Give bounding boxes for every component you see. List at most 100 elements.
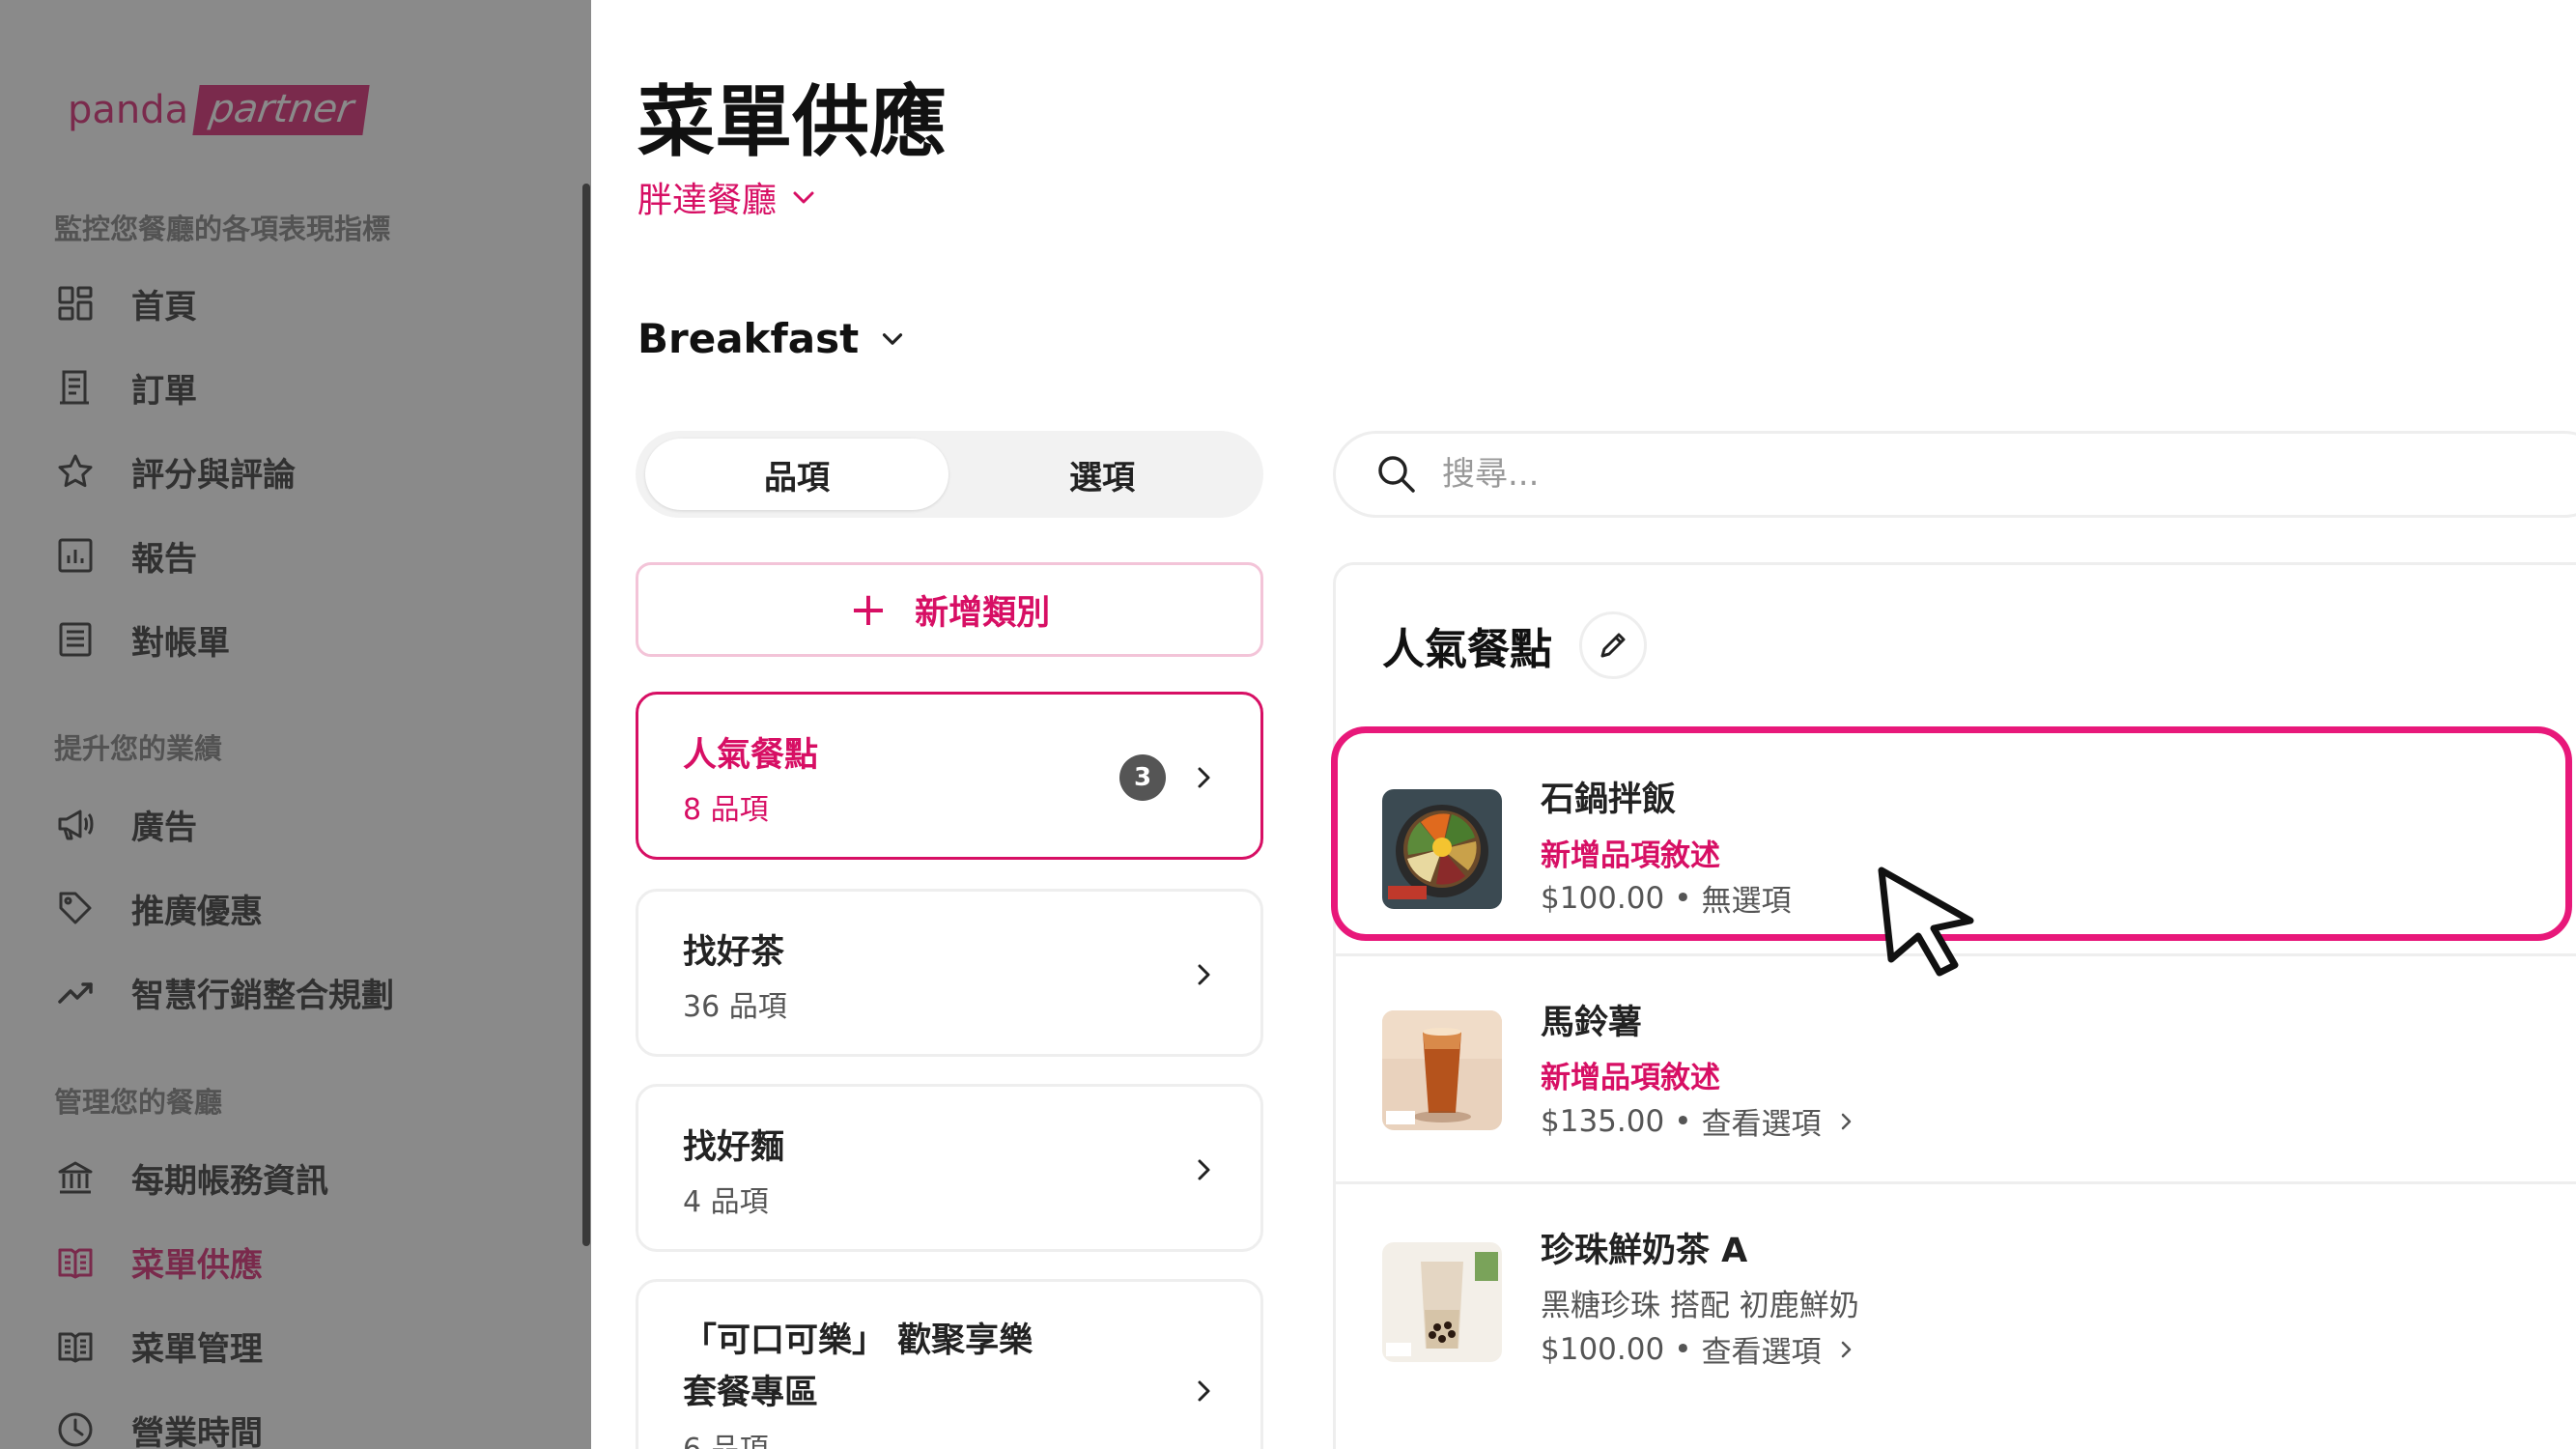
plus-icon: + <box>848 582 889 637</box>
item-options: 無選項 <box>1701 884 1792 919</box>
item-image-bibimbap <box>1382 789 1502 909</box>
sidebar-item-ads[interactable]: 廣告 <box>54 795 197 853</box>
logo-text-panda: panda <box>68 88 189 132</box>
statement-icon <box>54 618 97 661</box>
add-category-label: 新增類別 <box>915 593 1051 633</box>
item-name: 馬鈴薯 <box>1541 1004 1643 1042</box>
add-description-link[interactable]: 新增品項敘述 <box>1541 1053 1720 1096</box>
sidebar: panda partner 監控您餐廳的各項表現指標 首頁 訂單 評分與評論 報… <box>0 0 591 1449</box>
sidebar-item-label: 廣告 <box>131 808 197 847</box>
view-options-link[interactable]: 查看選項 <box>1702 1327 1858 1371</box>
sidebar-item-billing[interactable]: 每期帳務資訊 <box>54 1149 328 1207</box>
category-badge: 3 <box>1119 754 1166 801</box>
item-price-options: $100.00 • 查看選項 <box>1541 1327 1858 1371</box>
trend-icon <box>54 971 97 1013</box>
sidebar-item-label: 評分與評論 <box>131 455 296 495</box>
sidebar-item-ratings[interactable]: 評分與評論 <box>54 442 296 500</box>
sidebar-scrollbar[interactable] <box>582 184 590 1246</box>
clock-icon <box>54 1408 97 1449</box>
report-icon <box>54 534 97 577</box>
category-title: 人氣餐點 <box>1382 625 1552 674</box>
sidebar-item-home[interactable]: 首頁 <box>54 274 197 332</box>
sidebar-item-reports[interactable]: 報告 <box>54 526 197 584</box>
menu-item-row[interactable]: 珍珠鮮奶茶 A 黑糖珍珠 搭配 初鹿鮮奶 $100.00 • 查看選項 <box>1336 1181 2576 1423</box>
category-card-popular[interactable]: 人氣餐點 8 品項 3 <box>636 692 1263 860</box>
sidebar-item-promotions[interactable]: 推廣優惠 <box>54 879 263 937</box>
sidebar-item-label: 營業時間 <box>131 1413 263 1449</box>
sidebar-item-label: 推廣優惠 <box>131 892 263 931</box>
menu-name: Breakfast <box>637 315 860 362</box>
section-title-monitor: 監控您餐廳的各項表現指標 <box>54 213 391 245</box>
chevron-right-icon <box>1198 767 1210 788</box>
sidebar-item-label: 智慧行銷整合規劃 <box>131 976 394 1015</box>
bank-icon <box>54 1156 97 1199</box>
chevron-down-icon <box>793 191 814 204</box>
tag-icon <box>54 887 97 929</box>
menu-item-row[interactable]: 馬鈴薯 新增品項敘述 $135.00 • 查看選項 <box>1336 953 2576 1181</box>
section-title-manage: 管理您的餐廳 <box>54 1086 223 1119</box>
separator-dot: • <box>1674 880 1692 916</box>
category-card[interactable]: 找好茶 36 品項 <box>636 889 1263 1057</box>
section-title-grow: 提升您的業績 <box>54 732 223 765</box>
category-item-count: 8 品項 <box>683 793 769 827</box>
category-card[interactable]: 「可口可樂」 歡聚享樂 套餐專區 6 品項 <box>636 1279 1263 1449</box>
sidebar-item-opening-hours[interactable]: 營業時間 <box>54 1401 263 1449</box>
item-price: $100.00 <box>1541 880 1665 916</box>
sidebar-item-label: 每期帳務資訊 <box>131 1161 328 1201</box>
category-name: 找好麵 <box>683 1128 785 1167</box>
item-name: 珍珠鮮奶茶 A <box>1541 1232 1748 1270</box>
sidebar-item-smart-marketing[interactable]: 智慧行銷整合規劃 <box>54 963 394 1021</box>
tab-options[interactable]: 選項 <box>950 439 1254 510</box>
category-item-count: 36 品項 <box>683 990 787 1024</box>
search-bar <box>1333 431 2576 518</box>
sidebar-item-orders[interactable]: 訂單 <box>54 358 197 416</box>
menu-selector[interactable]: Breakfast <box>637 315 909 362</box>
item-price: $100.00 <box>1541 1331 1665 1367</box>
view-options-label: 查看選項 <box>1701 1107 1822 1142</box>
category-name-line2: 套餐專區 <box>683 1374 819 1412</box>
sidebar-item-label: 訂單 <box>131 371 197 411</box>
menu-book-icon <box>54 1240 97 1283</box>
logo-text-partner: partner <box>192 85 371 135</box>
chevron-right-icon <box>1841 1341 1851 1357</box>
restaurant-selector[interactable]: 胖達餐廳 <box>637 172 819 222</box>
item-name: 石鍋拌飯 <box>1541 781 1677 819</box>
item-image-bubble-milk-tea <box>1382 1242 1502 1362</box>
item-image-iced-tea <box>1382 1010 1502 1130</box>
view-options-link[interactable]: 查看選項 <box>1702 1099 1858 1143</box>
add-description-link[interactable]: 新增品項敘述 <box>1541 831 1720 874</box>
edit-category-button[interactable] <box>1579 611 1647 679</box>
item-price-options: $135.00 • 查看選項 <box>1541 1099 1858 1143</box>
sidebar-item-label: 報告 <box>131 539 197 579</box>
sidebar-item-menu-management[interactable]: 菜單管理 <box>54 1317 263 1375</box>
item-description: 黑糖珍珠 搭配 初鹿鮮奶 <box>1541 1289 1859 1323</box>
category-name-line1: 「可口可樂」 歡聚享樂 <box>683 1321 1033 1360</box>
orders-icon <box>54 366 97 409</box>
sidebar-item-menu-availability[interactable]: 菜單供應 <box>54 1233 263 1291</box>
menu-book-icon <box>54 1324 97 1367</box>
menu-item-row[interactable]: 石鍋拌飯 新增品項敘述 $100.00 • 無選項 <box>1336 731 2576 953</box>
search-input[interactable] <box>1442 455 2311 494</box>
sidebar-item-label: 菜單供應 <box>131 1245 263 1285</box>
chevron-right-icon <box>1198 964 1210 985</box>
category-name: 找好茶 <box>683 933 785 972</box>
sidebar-item-statements[interactable]: 對帳單 <box>54 611 230 668</box>
category-items-panel: 人氣餐點 石鍋拌飯 新增品項敘述 $100.00 • 無選項 馬鈴薯 新增品項敘… <box>1333 562 2576 1449</box>
restaurant-name: 胖達餐廳 <box>637 181 778 220</box>
separator-dot: • <box>1674 1103 1692 1139</box>
pencil-icon <box>1600 633 1626 658</box>
tab-items[interactable]: 品項 <box>645 439 948 510</box>
chevron-right-icon <box>1198 1159 1210 1180</box>
category-card[interactable]: 找好麵 4 品項 <box>636 1084 1263 1252</box>
sidebar-item-label: 對帳單 <box>131 623 230 663</box>
add-category-button[interactable]: + 新增類別 <box>636 562 1263 657</box>
brand-logo[interactable]: panda partner <box>68 85 371 135</box>
sidebar-item-label: 菜單管理 <box>131 1329 263 1369</box>
star-icon <box>54 450 97 493</box>
category-name: 人氣餐點 <box>683 736 819 775</box>
sidebar-item-label: 首頁 <box>131 287 197 327</box>
category-item-count: 6 品項 <box>683 1425 769 1449</box>
dashboard-icon <box>54 282 97 325</box>
item-price-options: $100.00 • 無選項 <box>1541 876 1792 920</box>
megaphone-icon <box>54 803 97 845</box>
